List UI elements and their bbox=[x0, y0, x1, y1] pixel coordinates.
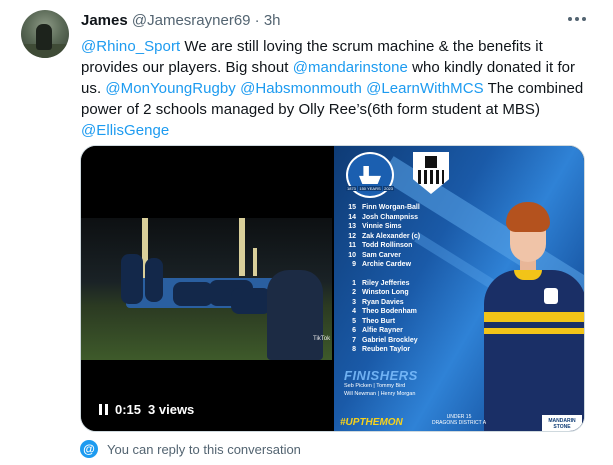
player-photo bbox=[484, 194, 584, 431]
school-crest-icon bbox=[346, 152, 394, 198]
reply-restriction: @ You can reply to this conversation bbox=[80, 440, 301, 458]
tweet-header: James @Jamesrayner69 · 3h bbox=[81, 12, 281, 29]
video-elapsed: 0:15 bbox=[115, 402, 142, 417]
player-name: Archie Cardew bbox=[362, 261, 412, 268]
jersey-number: 2 bbox=[352, 289, 356, 296]
more-options-icon[interactable] bbox=[568, 14, 586, 24]
mention-link[interactable]: @Habsmonmouth bbox=[240, 80, 362, 97]
tweet[interactable]: James @Jamesrayner69 · 3h @Rhino_Sport W… bbox=[0, 0, 613, 465]
lineup-row: 15 Finn Worgan-Ball bbox=[342, 203, 482, 213]
jersey-number: 7 bbox=[352, 336, 356, 344]
player-name: Josh Champniss bbox=[362, 213, 419, 221]
jersey-number: 13 bbox=[348, 223, 356, 230]
jersey-number: 15 bbox=[348, 204, 356, 211]
jersey-number: 11 bbox=[348, 242, 356, 249]
jersey-number: 1 bbox=[352, 279, 356, 287]
hashtag: #UPTHEMON bbox=[340, 417, 403, 428]
crest-years: 1873 150 YEARS 2023 bbox=[346, 186, 394, 191]
lineup-row: 7 Gabriel Brockley bbox=[342, 336, 482, 346]
lineup-row: 12 Zak Alexander (c) bbox=[342, 232, 482, 242]
jersey-number: 14 bbox=[348, 213, 356, 221]
lineup-graphic[interactable]: 1873 150 YEARS 2023 15 Finn Worgan-Ball 14… bbox=[334, 146, 584, 431]
lineup-row: 5 Theo Burt bbox=[342, 317, 482, 327]
finishers-row: Seb Picken | Tommy Bird bbox=[344, 383, 406, 389]
player-name: Theo Bodenham bbox=[362, 308, 417, 315]
jersey-number: 6 bbox=[352, 327, 356, 334]
video-controls: 0:15 3 views bbox=[99, 402, 194, 417]
finishers-title: FINISHERS bbox=[344, 368, 418, 383]
lineup-row: 9 Archie Cardew bbox=[342, 260, 482, 270]
sponsor-logo: MANDARIN STONE bbox=[542, 415, 582, 431]
video-frame: TikTok bbox=[81, 218, 332, 360]
player-name: Vinnie Sims bbox=[362, 223, 402, 230]
player-name: Alfie Rayner bbox=[362, 327, 403, 334]
jersey-number: 4 bbox=[352, 308, 356, 315]
lineup-row: 6 Alfie Rayner bbox=[342, 326, 482, 336]
jersey-number: 10 bbox=[348, 251, 356, 259]
author-handle[interactable]: @Jamesrayner69 bbox=[132, 12, 251, 29]
tweet-text: @Rhino_Sport We are still loving the scr… bbox=[81, 36, 591, 141]
media-grid[interactable]: TikTok 0:15 3 views 1873 150 YEARS 2023 … bbox=[80, 145, 585, 432]
reply-restriction-text: You can reply to this conversation bbox=[107, 441, 301, 457]
player-name: Gabriel Brockley bbox=[362, 336, 418, 344]
avatar[interactable] bbox=[21, 10, 69, 58]
lineup-row: 3 Ryan Davies bbox=[342, 298, 482, 308]
lineup-row: 1 Riley Jefferies bbox=[342, 279, 482, 289]
player-name: Ryan Davies bbox=[362, 298, 404, 306]
finishers-row: Will Newman | Henry Morgan bbox=[344, 391, 416, 397]
lineup-row: 13 Vinnie Sims bbox=[342, 222, 482, 232]
lineup-row: 2 Winston Long bbox=[342, 288, 482, 298]
player-name: Sam Carver bbox=[362, 251, 401, 259]
player-name: Zak Alexander (c) bbox=[362, 232, 421, 240]
player-name: Winston Long bbox=[362, 289, 409, 296]
player-name: Reuben Taylor bbox=[362, 346, 411, 353]
timestamp[interactable]: 3h bbox=[264, 12, 281, 29]
lineup-row: 4 Theo Bodenham bbox=[342, 307, 482, 317]
team-lineup: 15 Finn Worgan-Ball 14 Josh Champniss 13 Vinn… bbox=[342, 203, 482, 355]
video-views: 3 views bbox=[148, 402, 195, 417]
mention-link[interactable]: @EllisGenge bbox=[81, 122, 169, 139]
competition-label: UNDER 15 DRAGONS DISTRICT A bbox=[431, 414, 487, 426]
jersey-number: 12 bbox=[348, 232, 356, 240]
player-name: Theo Burt bbox=[362, 317, 396, 325]
player-name: Riley Jefferies bbox=[362, 279, 410, 287]
lineup-row: 11 Todd Rollinson bbox=[342, 241, 482, 251]
jersey-number: 5 bbox=[352, 317, 356, 325]
author-name[interactable]: James bbox=[81, 12, 128, 29]
mention-link[interactable]: @Rhino_Sport bbox=[81, 38, 180, 55]
mention-link[interactable]: @LearnWithMCS bbox=[366, 80, 484, 97]
player-name: Todd Rollinson bbox=[362, 242, 413, 249]
lineup-row: 8 Reuben Taylor bbox=[342, 345, 482, 355]
jersey-number: 3 bbox=[352, 298, 356, 306]
player-name: Finn Worgan-Ball bbox=[362, 204, 420, 211]
jersey-number: 9 bbox=[352, 261, 356, 268]
separator-dot: · bbox=[254, 12, 260, 29]
lineup-row: 10 Sam Carver bbox=[342, 251, 482, 261]
lineup-row: 14 Josh Champniss bbox=[342, 213, 482, 223]
mention-link[interactable]: @MonYoungRugby bbox=[105, 80, 235, 97]
video-player[interactable]: TikTok 0:15 3 views bbox=[81, 146, 332, 431]
at-icon: @ bbox=[80, 440, 98, 458]
tiktok-watermark: TikTok bbox=[313, 336, 331, 342]
pause-icon[interactable] bbox=[99, 404, 108, 415]
jersey-number: 8 bbox=[352, 346, 356, 353]
mention-link[interactable]: @mandarinstone bbox=[293, 59, 408, 76]
